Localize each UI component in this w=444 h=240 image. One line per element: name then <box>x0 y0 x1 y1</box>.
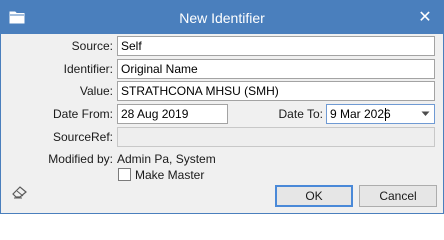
text-caret <box>385 108 386 121</box>
sourceref-input <box>118 128 434 146</box>
cancel-button[interactable]: Cancel <box>359 185 437 207</box>
date-from-label: Date From: <box>52 107 113 121</box>
source-field[interactable] <box>117 36 435 56</box>
ok-button[interactable]: OK <box>275 185 353 207</box>
make-master-label[interactable]: Make Master <box>135 167 204 183</box>
value-input[interactable] <box>118 82 434 100</box>
dropdown-button[interactable] <box>416 105 434 123</box>
eraser-icon[interactable] <box>11 184 29 200</box>
modified-by-label: Modified by: <box>48 152 113 166</box>
source-input[interactable] <box>118 37 434 55</box>
dialog-body: Source: Identifier: Value: Date From: Da… <box>1 34 443 213</box>
sourceref-label: SourceRef: <box>52 130 113 144</box>
date-from-field[interactable] <box>117 104 228 124</box>
dialog-window: New Identifier ✕ Source: Identifier: Val… <box>0 0 444 214</box>
identifier-input[interactable] <box>118 60 434 78</box>
close-icon: ✕ <box>418 9 432 26</box>
identifier-label: Identifier: <box>63 62 113 76</box>
source-label: Source: <box>71 39 113 53</box>
identifier-field[interactable] <box>117 59 435 79</box>
date-to-combo[interactable] <box>326 104 435 124</box>
date-to-label: Date To: <box>278 107 323 121</box>
modified-by-value: Admin Pa, System <box>117 152 216 166</box>
date-from-input[interactable] <box>118 105 227 123</box>
make-master-checkbox[interactable] <box>118 168 131 181</box>
value-label: Value: <box>79 84 113 98</box>
window-title: New Identifier <box>179 10 265 26</box>
close-button[interactable]: ✕ <box>414 7 436 27</box>
sourceref-field <box>117 127 435 147</box>
title-bar[interactable]: New Identifier ✕ <box>0 0 444 34</box>
chevron-down-icon <box>421 111 429 116</box>
value-field[interactable] <box>117 81 435 101</box>
